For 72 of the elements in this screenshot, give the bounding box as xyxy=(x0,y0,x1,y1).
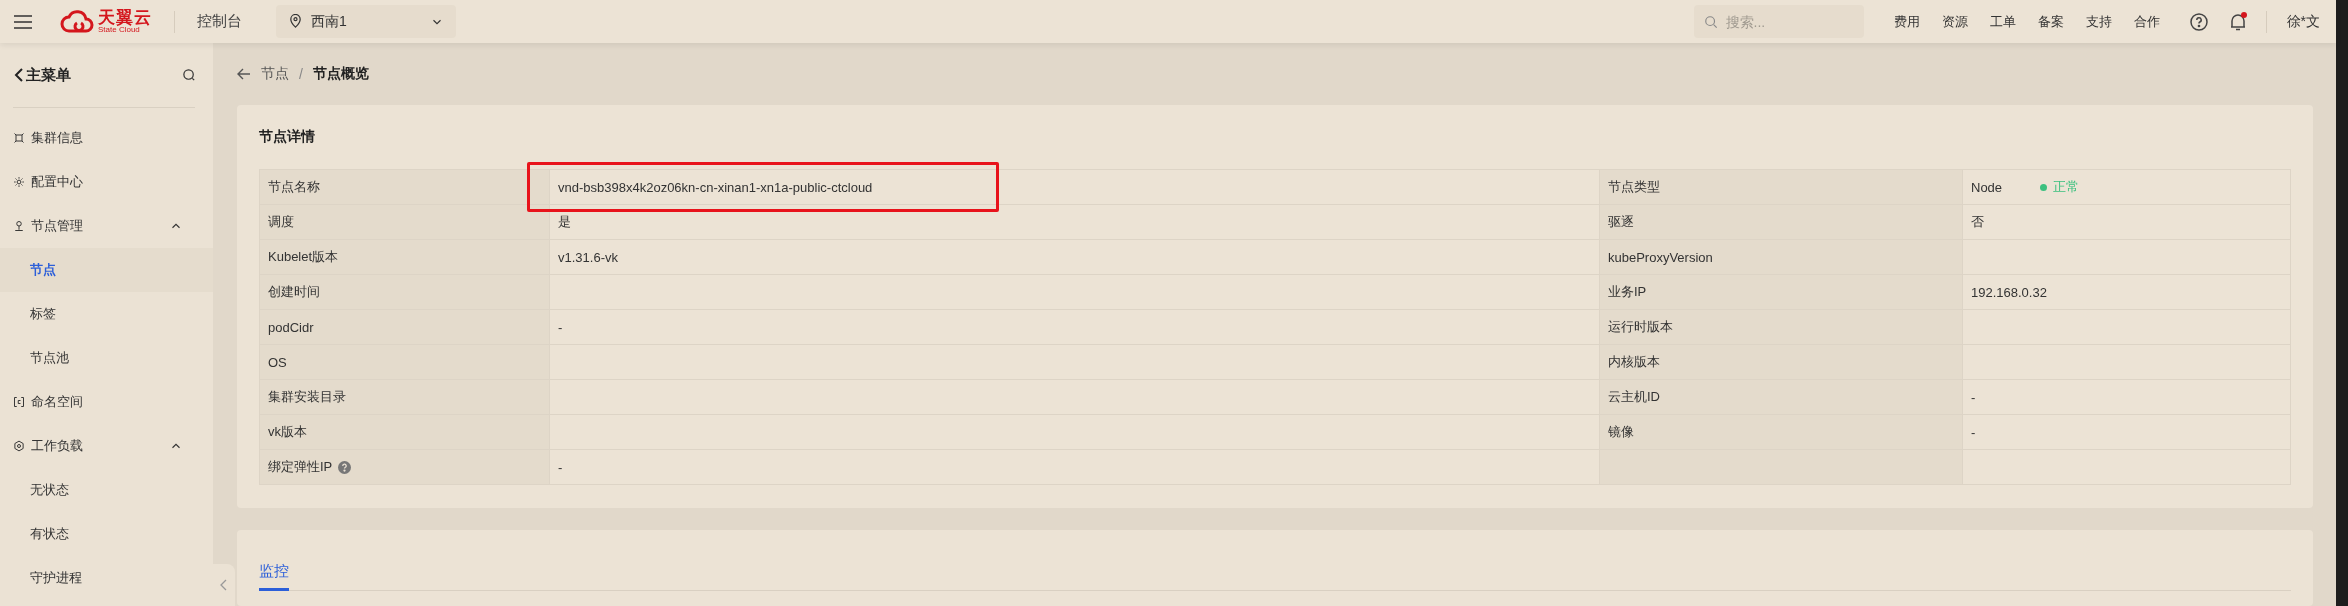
field-value: Node xyxy=(1971,179,2003,195)
field-label: OS xyxy=(268,354,287,370)
field-label: vk版本 xyxy=(268,423,307,441)
field-value: vnd-bsb398x4k2oz06kn-cn-xinan1-xn1a-public-ctcloud xyxy=(558,179,873,195)
console-label: 控制台 xyxy=(197,12,242,31)
bracket-icon xyxy=(13,396,25,408)
sidebar-subitem[interactable]: 节点池 xyxy=(0,336,213,380)
field-label: 节点类型 xyxy=(1608,178,1660,196)
search-field[interactable]: 搜索... xyxy=(1693,5,1864,38)
pin-icon xyxy=(13,220,25,232)
chevron-left-icon xyxy=(14,68,24,82)
field-label: 集群安装目录 xyxy=(268,388,346,406)
field-label: 绑定弹性IP xyxy=(268,458,333,476)
nav-link[interactable]: 备案 xyxy=(2037,12,2064,31)
field-value: 否 xyxy=(1971,213,1984,231)
region-select[interactable]: 西南1 xyxy=(276,5,456,38)
menu-icon[interactable] xyxy=(14,14,32,29)
logo-name: 天翼云 xyxy=(98,9,152,26)
nav-link[interactable]: 合作 xyxy=(2133,12,2160,31)
field-value: 是 xyxy=(558,213,571,231)
nav-link[interactable]: 资源 xyxy=(1941,12,1968,31)
collapse-handle[interactable] xyxy=(213,564,235,606)
sidebar-item[interactable]: 配置中心 xyxy=(0,160,213,204)
logo-subtitle: State Cloud xyxy=(98,26,140,34)
bell-icon[interactable] xyxy=(2229,12,2246,31)
field-value: - xyxy=(558,319,563,335)
field-label: 内核版本 xyxy=(1608,353,1660,371)
sidebar-subitem[interactable]: 有状态 xyxy=(0,512,213,556)
field-value: v1.31.6-vk xyxy=(558,249,618,265)
field-value: 192.168.0.32 xyxy=(1971,284,2047,300)
field-label: 调度 xyxy=(268,213,294,231)
field-value: - xyxy=(1971,424,1976,440)
sidebar-item[interactable]: 命名空间 xyxy=(0,380,213,424)
tab[interactable]: 监控 xyxy=(259,562,289,591)
nav-link[interactable]: 费用 xyxy=(1893,12,1920,31)
back-arrow-icon[interactable] xyxy=(237,68,251,80)
field-value: - xyxy=(558,459,563,475)
help-icon[interactable] xyxy=(2189,12,2208,31)
hexagon-icon xyxy=(13,440,25,452)
main-menu-back[interactable]: 主菜单 xyxy=(14,65,71,85)
field-label: 业务IP xyxy=(1608,283,1647,301)
sidebar-subitem[interactable]: 守护进程 xyxy=(0,556,213,600)
field-label: Kubelet版本 xyxy=(268,248,339,266)
field-label: 云主机ID xyxy=(1608,388,1660,406)
location-pin-icon xyxy=(288,14,303,29)
field-label: 驱逐 xyxy=(1608,213,1634,231)
sidebar-subitem[interactable]: 标签 xyxy=(0,292,213,336)
card-title: 节点详情 xyxy=(259,127,316,146)
gear-icon xyxy=(13,176,25,188)
field-value: - xyxy=(1971,389,1976,405)
field-label: kubeProxyVersion xyxy=(1608,249,1713,265)
sidebar-subitem[interactable]: 节点 xyxy=(0,248,213,292)
user-name[interactable]: 徐*文 xyxy=(2286,12,2320,31)
sidebar-item[interactable]: 工作负载 xyxy=(0,424,213,468)
field-label: 创建时间 xyxy=(268,283,320,301)
field-label: 节点名称 xyxy=(268,178,320,196)
breadcrumb-link[interactable]: 节点 xyxy=(261,65,289,83)
field-label: podCidr xyxy=(268,319,314,335)
field-label: 运行时版本 xyxy=(1608,318,1673,336)
grid-icon xyxy=(13,132,25,144)
cloud-logo-icon xyxy=(60,9,94,34)
sidebar-item[interactable]: 节点管理 xyxy=(0,204,213,248)
search-icon xyxy=(1703,15,1718,29)
breadcrumb-current: 节点概览 xyxy=(312,65,369,83)
status-label: 正常 xyxy=(2053,178,2080,196)
nav-link[interactable]: 支持 xyxy=(2085,12,2112,31)
breadcrumb-separator: / xyxy=(299,66,303,82)
field-label: 镜像 xyxy=(1608,423,1634,441)
nav-link[interactable]: 工单 xyxy=(1989,12,2016,31)
sidebar-subitem[interactable]: 无状态 xyxy=(0,468,213,512)
help-icon[interactable] xyxy=(338,460,352,474)
sidebar-item[interactable]: 集群信息 xyxy=(0,116,213,160)
